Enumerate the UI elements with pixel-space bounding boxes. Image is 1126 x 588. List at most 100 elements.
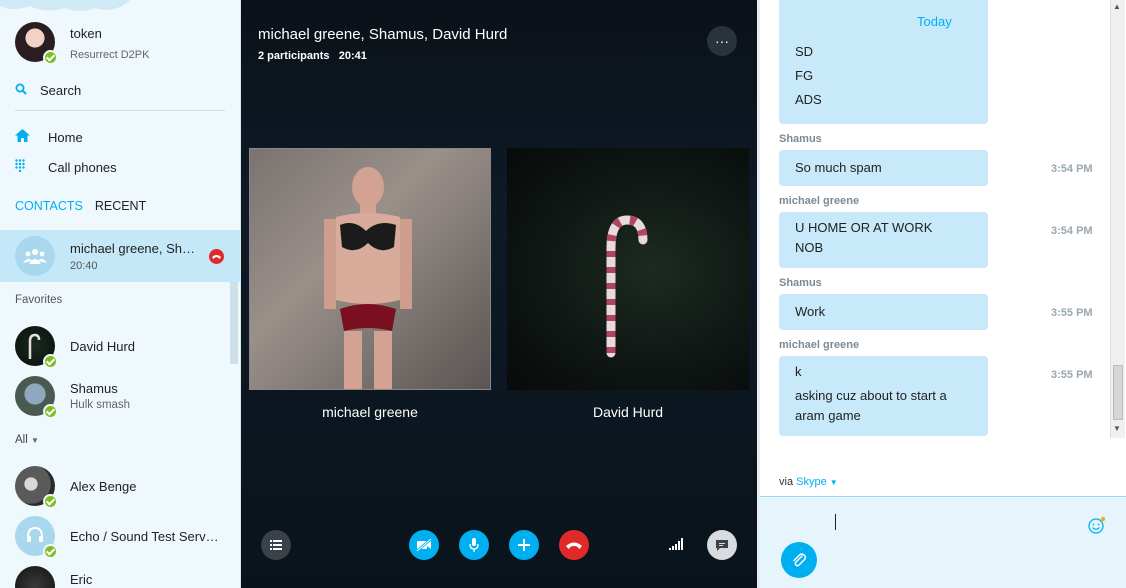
contact-mood: Hulk smash: [70, 399, 131, 411]
search-label: Search: [40, 83, 82, 98]
contact-name: Alex Benge: [70, 478, 137, 494]
video-tile-david-hurd[interactable]: [507, 148, 749, 390]
more-options-button[interactable]: ···: [707, 26, 737, 56]
message-bubble[interactable]: k asking cuz about to start a aram game: [779, 356, 988, 436]
end-call-icon[interactable]: [209, 249, 224, 264]
contact-alex-benge[interactable]: Alex Benge: [15, 466, 137, 509]
nav-home[interactable]: Home: [15, 129, 83, 145]
message-line: SD: [795, 44, 814, 59]
online-status-icon: [43, 404, 58, 419]
message-line: k: [795, 364, 802, 379]
online-status-icon: [43, 544, 58, 559]
participants-count: 2 participants: [258, 50, 330, 62]
end-call-icon: [566, 542, 582, 549]
emoticon-icon[interactable]: [1088, 516, 1106, 534]
message-line: FG: [795, 68, 814, 83]
message-time: 3:55 PM: [1051, 307, 1093, 319]
send-via-selector[interactable]: via Skype ▼: [779, 476, 838, 488]
list-icon: [270, 540, 282, 550]
active-chat-name: michael greene, Shamus, David Hurd: [70, 240, 200, 256]
video-toggle-button[interactable]: [409, 530, 439, 560]
online-status-icon: [43, 494, 58, 509]
scroll-down-icon[interactable]: ▼: [1113, 424, 1121, 433]
signal-strength-icon[interactable]: [669, 538, 685, 550]
tab-contacts[interactable]: CONTACTS: [15, 199, 83, 213]
nav-home-label: Home: [48, 129, 83, 145]
microphone-icon: [469, 538, 479, 552]
call-panel: michael greene, Shamus, David Hurd 2 par…: [241, 0, 757, 588]
text-caret: [835, 514, 836, 530]
contact-echo[interactable]: Echo / Sound Test Service: [15, 516, 220, 559]
message-sender: Shamus: [779, 277, 822, 289]
all-filter-label: All: [15, 434, 28, 446]
online-status-icon: [43, 50, 58, 65]
message-line: ADS: [795, 92, 822, 107]
message-line: Work: [795, 304, 826, 319]
all-filter[interactable]: All ▼: [15, 434, 39, 446]
chat-icon: [716, 539, 728, 551]
message-sender: michael greene: [779, 339, 860, 351]
avatar: [15, 376, 58, 419]
contact-name: Eric: [70, 571, 93, 587]
scroll-up-icon[interactable]: ▲: [1113, 2, 1121, 11]
contact-shamus[interactable]: Shamus Hulk smash: [15, 376, 131, 419]
attach-button[interactable]: [781, 542, 817, 578]
contact-david-hurd[interactable]: David Hurd: [15, 326, 136, 369]
contact-eric[interactable]: Eric: [15, 566, 92, 588]
contact-name: Shamus: [70, 381, 118, 396]
call-info: 2 participants 20:41: [258, 50, 367, 62]
candy-cane-icon: [606, 215, 648, 358]
avatar: [15, 466, 58, 509]
plus-icon: [518, 539, 530, 551]
via-service: Skype: [796, 476, 827, 488]
contact-tabs: CONTACTS RECENT: [15, 199, 146, 213]
show-chat-button[interactable]: [707, 530, 737, 560]
participant-name: David Hurd: [592, 404, 664, 420]
message-time: 3:54 PM: [1051, 163, 1093, 175]
sidebar-scrollbar[interactable]: [230, 282, 238, 364]
tab-recent[interactable]: RECENT: [95, 199, 146, 213]
online-status-icon: [43, 354, 58, 369]
profile-mood: Resurrect D2PK: [70, 49, 150, 61]
message-bubble[interactable]: So much spam: [779, 150, 988, 186]
message-sender: michael greene: [779, 195, 860, 207]
message-line: NOB: [795, 240, 824, 255]
message-line: U HOME OR AT WORK: [795, 220, 933, 235]
contact-name: David Hurd: [70, 338, 136, 354]
profile[interactable]: token Resurrect D2PK: [15, 22, 150, 65]
search-box[interactable]: Search: [15, 83, 225, 111]
message-time: 3:54 PM: [1051, 225, 1093, 237]
add-participant-button[interactable]: [509, 530, 539, 560]
hang-up-button[interactable]: [559, 530, 589, 560]
message-time: 3:55 PM: [1051, 369, 1093, 381]
scrollbar-thumb[interactable]: [1113, 365, 1123, 420]
nav-call-phones[interactable]: Call phones: [15, 159, 117, 175]
chat-scrollbar[interactable]: ▲ ▼: [1110, 0, 1125, 438]
mute-button[interactable]: [459, 530, 489, 560]
video-off-icon: [416, 538, 432, 552]
dialpad-icon: [15, 159, 48, 175]
participant-name: michael greene: [322, 404, 418, 420]
message-bubble[interactable]: Work: [779, 294, 988, 330]
date-separator: Today: [917, 14, 952, 29]
avatar: [15, 566, 55, 588]
profile-name: token: [70, 26, 102, 41]
via-label: via: [779, 476, 794, 488]
active-chat-time: 20:40: [70, 259, 98, 272]
profile-avatar[interactable]: [15, 22, 58, 65]
favorites-label: Favorites: [15, 294, 63, 306]
message-line: So much spam: [795, 160, 882, 175]
message-bubble[interactable]: SD FG ADS: [779, 0, 988, 124]
active-group-chat[interactable]: michael greene, Shamus, David Hurd 20:40: [0, 230, 240, 282]
message-bubble[interactable]: U HOME OR AT WORK NOB: [779, 212, 988, 268]
message-line: asking cuz about to start a aram game: [795, 388, 947, 423]
call-duration: 20:41: [338, 50, 367, 62]
call-roster-button[interactable]: [261, 530, 291, 560]
search-icon: [15, 83, 40, 98]
cloud-decoration: [0, 0, 130, 11]
message-input[interactable]: [760, 496, 1126, 588]
participant-video: [324, 167, 412, 389]
contact-name: Echo / Sound Test Service: [70, 528, 220, 544]
chat-panel: SD FG ADS Today Shamus So much spam 3:54…: [757, 0, 1126, 588]
video-tile-michael-greene[interactable]: [249, 148, 491, 390]
